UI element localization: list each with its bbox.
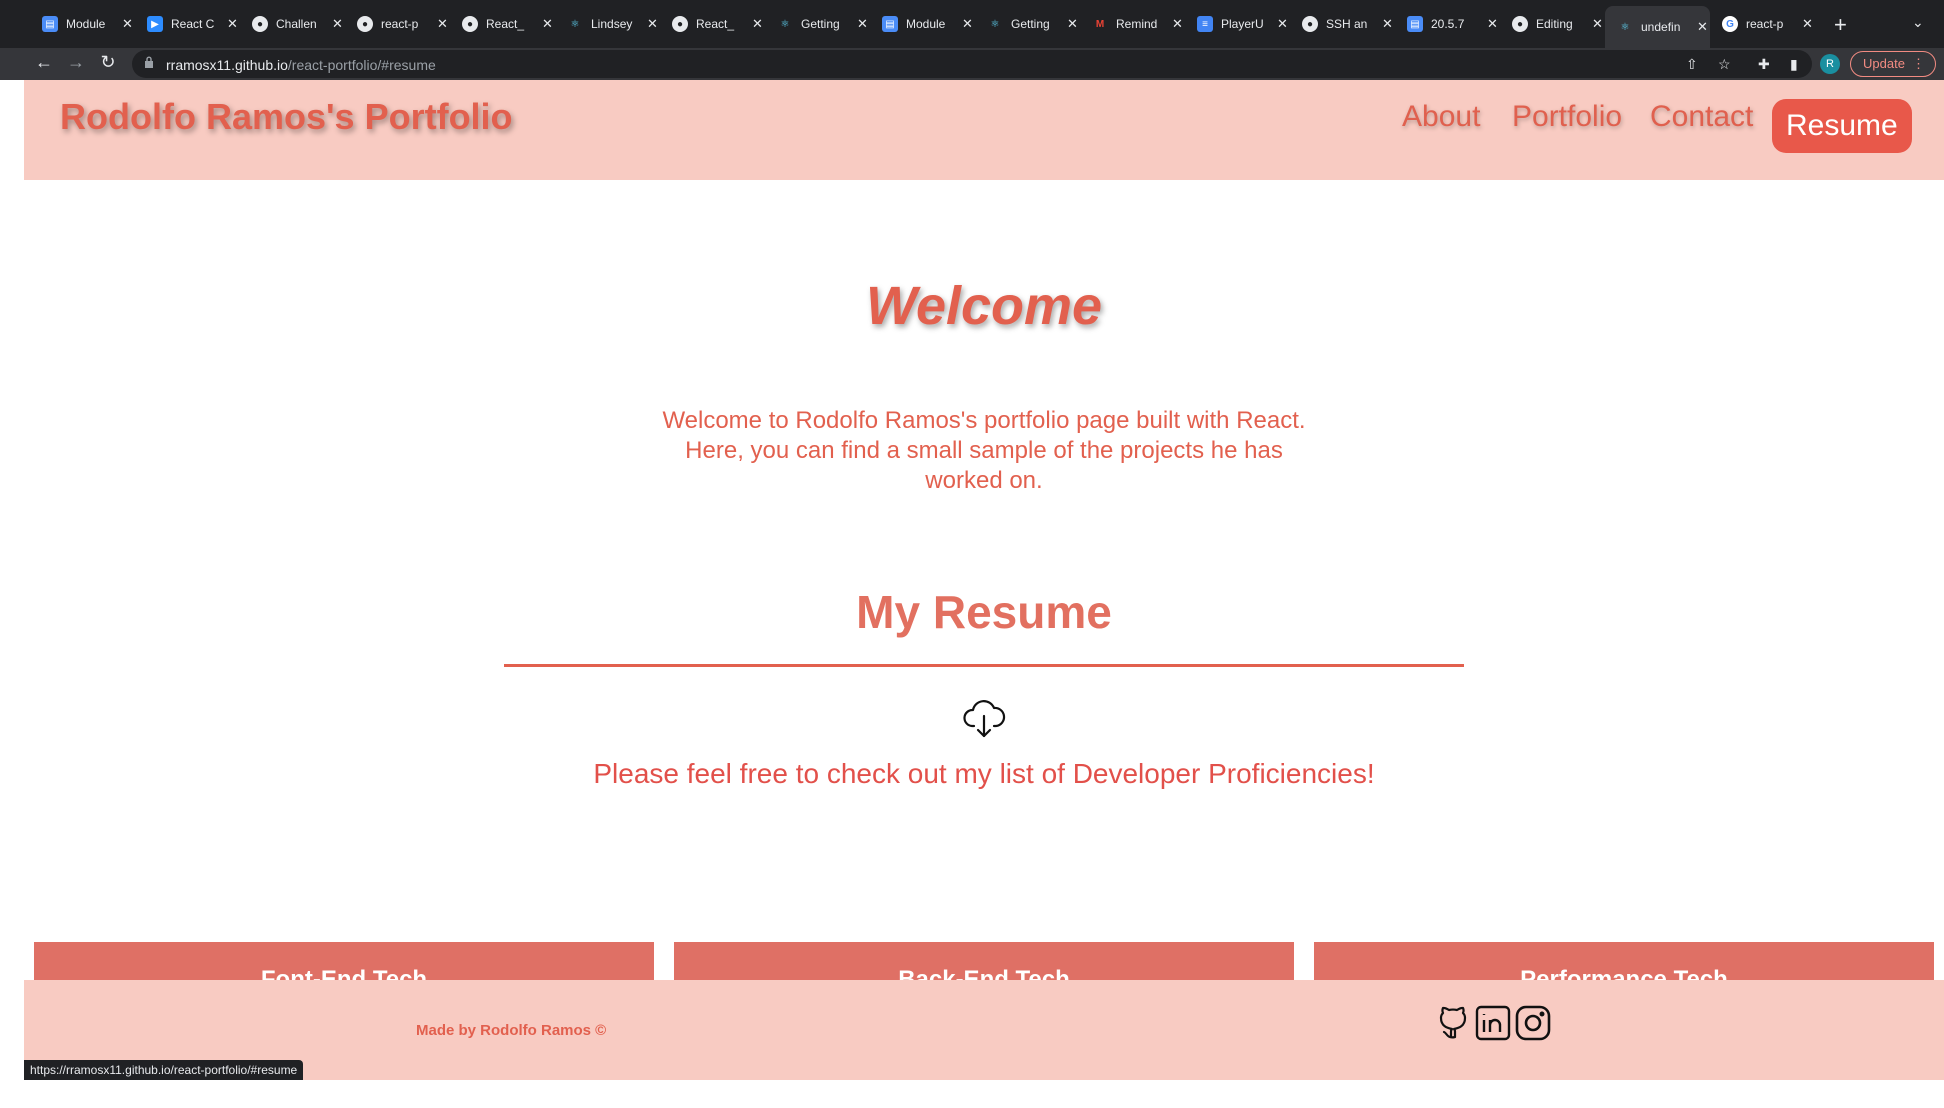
doc-icon: ▤ — [882, 16, 898, 32]
update-button[interactable]: Update ⋮ — [1850, 51, 1936, 77]
browser-tab[interactable]: M Remind ✕ — [1080, 10, 1183, 38]
close-icon[interactable]: ✕ — [1067, 16, 1078, 32]
nav-contact[interactable]: Contact — [1650, 100, 1753, 134]
browser-tab[interactable]: ⚛ Getting ✕ — [765, 10, 868, 38]
github-icon: ● — [1512, 16, 1528, 32]
browser-tab[interactable]: ● Challen ✕ — [240, 10, 343, 38]
browser-tab[interactable]: ▤ Module ✕ — [30, 10, 133, 38]
close-icon[interactable]: ✕ — [332, 16, 343, 32]
site-header: Rodolfo Ramos's Portfolio About Portfoli… — [24, 80, 1944, 180]
github-icon: ● — [252, 16, 268, 32]
nav-about[interactable]: About — [1402, 100, 1480, 134]
close-icon[interactable]: ✕ — [437, 16, 448, 32]
resume-heading: My Resume — [856, 586, 1112, 638]
close-icon[interactable]: ✕ — [542, 16, 553, 32]
gmail-icon: M — [1095, 18, 1105, 30]
react-icon: ⚛ — [990, 18, 1000, 30]
extensions-puzzle-icon[interactable]: ✚ — [1758, 56, 1770, 73]
nav-portfolio[interactable]: Portfolio — [1512, 100, 1622, 134]
back-arrow-icon[interactable]: ← — [32, 52, 56, 73]
browser-tab[interactable]: ● Editing ✕ — [1500, 10, 1603, 38]
new-tab-button[interactable]: + — [1834, 12, 1847, 38]
browser-tab-active[interactable]: ⚛ undefin ✕ — [1605, 6, 1710, 48]
close-icon[interactable]: ✕ — [1382, 16, 1393, 32]
close-icon[interactable]: ✕ — [122, 16, 133, 32]
side-panel-icon[interactable]: ▮ — [1790, 56, 1798, 73]
linkedin-icon[interactable] — [1474, 1004, 1512, 1042]
browser-tab[interactable]: Greact-p ✕ — [1710, 10, 1813, 38]
browser-tab[interactable]: ● SSH an ✕ — [1290, 10, 1393, 38]
browser-tab[interactable]: ● react-p ✕ — [345, 10, 448, 38]
site-footer: Made by Rodolfo Ramos © — [24, 980, 1944, 1080]
browser-tab[interactable]: ▤ 20.5.7 ✕ — [1395, 10, 1498, 38]
close-icon[interactable]: ✕ — [1487, 16, 1498, 32]
react-icon: ⚛ — [570, 18, 580, 30]
reload-icon[interactable]: ↻ — [96, 52, 120, 73]
google-icon: G — [1722, 16, 1738, 32]
github-icon[interactable] — [1434, 1004, 1472, 1042]
address-bar[interactable]: rramosx11.github.io/react-portfolio/#res… — [132, 50, 1812, 78]
portfolio-page: Rodolfo Ramos's Portfolio About Portfoli… — [24, 80, 1944, 1080]
close-icon[interactable]: ✕ — [227, 16, 238, 32]
made-by-text: Made by Rodolfo Ramos © — [416, 1022, 607, 1039]
instagram-icon[interactable] — [1514, 1004, 1552, 1042]
browser-tab[interactable]: ≡ PlayerU ✕ — [1185, 10, 1288, 38]
close-icon[interactable]: ✕ — [1802, 16, 1813, 32]
docs-icon: ≡ — [1197, 16, 1213, 32]
close-icon[interactable]: ✕ — [857, 16, 868, 32]
zoom-icon: ▶ — [147, 16, 163, 32]
close-icon[interactable]: ✕ — [1697, 19, 1708, 35]
menu-kebab-icon: ⋮ — [1912, 56, 1925, 71]
react-icon: ⚛ — [780, 18, 790, 30]
doc-icon: ▤ — [1407, 16, 1423, 32]
close-icon[interactable]: ✕ — [752, 16, 763, 32]
tab-search-chevron-icon[interactable]: ⌄ — [1912, 14, 1924, 31]
profile-avatar[interactable]: R — [1820, 54, 1840, 74]
browser-toolbar: ← → ↻ rramosx11.github.io/react-portfoli… — [0, 48, 1944, 80]
bookmark-star-icon[interactable]: ☆ — [1718, 56, 1731, 73]
section-divider — [504, 664, 1464, 667]
browser-tab[interactable]: ⚛ Getting ✕ — [975, 10, 1078, 38]
close-icon[interactable]: ✕ — [962, 16, 973, 32]
status-bar-url: https://rramosx11.github.io/react-portfo… — [24, 1060, 304, 1080]
welcome-heading: Welcome — [865, 276, 1103, 336]
doc-icon: ▤ — [42, 16, 58, 32]
close-icon[interactable]: ✕ — [1277, 16, 1288, 32]
intro-text: Welcome to Rodolfo Ramos's portfolio pag… — [662, 407, 1306, 494]
github-icon: ● — [357, 16, 373, 32]
url-text: rramosx11.github.io/react-portfolio/#res… — [166, 57, 436, 73]
github-icon: ● — [462, 16, 478, 32]
github-icon: ● — [1302, 16, 1318, 32]
browser-tab[interactable]: ● React_ ✕ — [660, 10, 763, 38]
lock-icon — [145, 56, 153, 68]
close-icon[interactable]: ✕ — [1172, 16, 1183, 32]
browser-tab[interactable]: ▤ Module ✕ — [870, 10, 973, 38]
nav-resume[interactable]: Resume — [1772, 99, 1912, 153]
react-icon: ⚛ — [1620, 21, 1630, 33]
browser-tab[interactable]: ▶ React C ✕ — [135, 10, 238, 38]
cloud-download-icon[interactable] — [962, 698, 1006, 742]
close-icon[interactable]: ✕ — [1592, 16, 1603, 32]
forward-arrow-icon[interactable]: → — [64, 52, 88, 73]
close-icon[interactable]: ✕ — [647, 16, 658, 32]
github-icon: ● — [672, 16, 688, 32]
share-icon[interactable]: ⇧ — [1686, 56, 1698, 73]
browser-tab[interactable]: ⚛ Lindsey ✕ — [555, 10, 658, 38]
browser-tab[interactable]: ● React_ ✕ — [450, 10, 553, 38]
proficiencies-text: Please feel free to check out my list of… — [593, 758, 1375, 789]
site-brand[interactable]: Rodolfo Ramos's Portfolio — [60, 96, 513, 138]
browser-tab-strip: ▤ Module ✕ ▶ React C ✕ ● Challen ✕ ● react-p ✕ ●… — [0, 0, 1944, 48]
